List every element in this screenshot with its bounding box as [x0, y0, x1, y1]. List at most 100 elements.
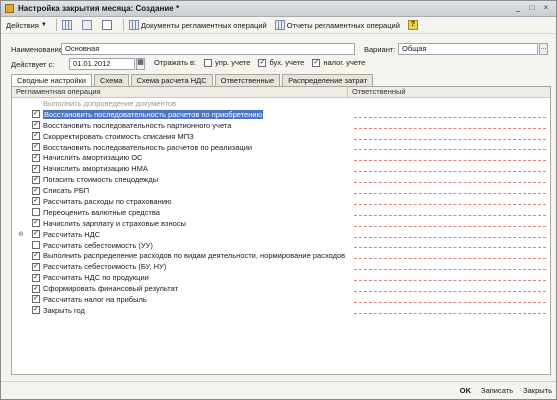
responsible-cell[interactable] [348, 294, 550, 305]
responsible-placeholder [354, 149, 546, 151]
actions-menu[interactable]: Действия ▼ [4, 18, 49, 32]
grid-button[interactable] [60, 18, 76, 32]
responsible-cell[interactable] [348, 109, 550, 120]
table-row[interactable]: ✓ Рассчитать себестоимость (БУ, НУ) [12, 261, 550, 272]
help-button[interactable]: ? [406, 18, 422, 32]
table-row[interactable]: ✓ Начислить амортизацию НМА [12, 163, 550, 174]
table-row[interactable]: ✓ Скорректировать стоимость списания МПЗ [12, 131, 550, 142]
actions-label: Действия [6, 20, 39, 30]
table-row[interactable]: Выполнить допроведение документов [12, 98, 550, 109]
table-row[interactable]: ✓ Рассчитать налог на прибыль [12, 294, 550, 305]
responsible-cell[interactable] [348, 120, 550, 131]
responsible-cell[interactable] [348, 283, 550, 294]
responsible-cell[interactable] [348, 174, 550, 185]
responsible-cell[interactable] [348, 250, 550, 261]
row-checkbox[interactable]: ✓ [32, 230, 40, 239]
close-button[interactable]: Закрыть [523, 386, 552, 395]
operation-cell: ✓ Рассчитать налог на прибыль [12, 295, 348, 304]
table-row[interactable]: ✓ Восстановить последовательность расчето… [12, 142, 550, 153]
responsible-cell[interactable] [348, 240, 550, 251]
responsible-cell[interactable] [348, 229, 550, 240]
minimize-button[interactable]: _ [512, 3, 524, 14]
row-checkbox[interactable]: ✓ [32, 132, 40, 141]
responsible-cell[interactable] [348, 196, 550, 207]
operation-cell: ✓ Начислить зарплату и страховые взносы [12, 219, 348, 228]
variant-select-button[interactable]: … [539, 43, 548, 55]
table-row[interactable]: ✓ Восстановить последовательность расчето… [12, 109, 550, 120]
table-header: Регламентная операция Ответственный [12, 87, 550, 98]
table-row[interactable]: ✓ Рассчитать НДС по продукции [12, 272, 550, 283]
buh-checkbox[interactable]: ✓ [258, 58, 267, 67]
row-checkbox[interactable] [32, 241, 40, 250]
responsible-cell[interactable] [348, 272, 550, 283]
responsible-cell[interactable] [348, 185, 550, 196]
operation-cell: ✓ Скорректировать стоимость списания МПЗ [12, 132, 348, 141]
row-checkbox[interactable] [32, 208, 40, 217]
responsible-placeholder [354, 236, 546, 238]
row-checkbox[interactable]: ✓ [32, 251, 40, 260]
valid-from-field[interactable]: 01.01.2012 [69, 58, 135, 70]
row-checkbox[interactable]: ✓ [32, 143, 40, 151]
name-field[interactable]: Основная [61, 43, 355, 55]
nal-checkbox[interactable]: ✓ [312, 58, 321, 67]
tab-responsible[interactable]: Ответственные [214, 74, 281, 86]
table-row[interactable]: ✓ Сформировать финансовый результат [12, 283, 550, 294]
responsible-placeholder [354, 171, 546, 173]
expand-icon[interactable]: ⊕ [18, 230, 24, 238]
table-row[interactable]: ✓ Списать РБП [12, 185, 550, 196]
table-row[interactable]: ✓ Рассчитать расходы по страхованию [12, 196, 550, 207]
row-checkbox[interactable]: ✓ [32, 197, 40, 206]
save-button[interactable]: Записать [481, 386, 513, 395]
table-row[interactable]: ✓ Закрыть год [12, 305, 550, 316]
table-row[interactable]: ✓ Погасить стоимость спецодежды [12, 174, 550, 185]
row-checkbox[interactable]: ✓ [32, 262, 40, 271]
row-checkbox[interactable]: ✓ [32, 219, 40, 228]
row-checkbox[interactable]: ✓ [32, 110, 40, 119]
table-row[interactable]: Переоценить валютные средства [12, 207, 550, 218]
responsible-cell[interactable] [348, 163, 550, 174]
table-row[interactable]: Рассчитать себестоимость (УУ) [12, 240, 550, 251]
column-header-operation[interactable]: Регламентная операция [12, 87, 348, 97]
responsible-cell[interactable] [348, 218, 550, 229]
copy-button[interactable] [80, 18, 96, 32]
responsible-cell[interactable] [348, 207, 550, 218]
row-checkbox[interactable]: ✓ [32, 284, 40, 293]
operation-cell: ✓ Восстановить последовательность расчето… [12, 109, 348, 119]
row-checkbox[interactable]: ✓ [32, 164, 40, 173]
tab-schema[interactable]: Схема [94, 74, 129, 86]
toolbar: Действия ▼ Документы регламентных операц… [1, 17, 556, 34]
maximize-button[interactable]: □ [526, 3, 538, 14]
row-checkbox[interactable]: ✓ [32, 273, 40, 282]
calendar-button[interactable]: ▦ [136, 58, 145, 70]
tab-cost-distribution[interactable]: Распределение затрат [282, 74, 374, 86]
table-row[interactable]: ⊕ ✓ Рассчитать НДС [12, 229, 550, 240]
variant-field[interactable]: Общая [398, 43, 538, 55]
operation-label: Переоценить валютные средства [43, 207, 160, 217]
table-row[interactable]: ✓ Начислить зарплату и страховые взносы [12, 218, 550, 229]
responsible-cell[interactable] [348, 98, 550, 109]
row-checkbox[interactable]: ✓ [32, 121, 40, 130]
responsible-cell[interactable] [348, 261, 550, 272]
row-checkbox[interactable]: ✓ [32, 306, 40, 315]
upr-checkbox[interactable] [204, 58, 213, 67]
responsible-cell[interactable] [348, 305, 550, 316]
row-checkbox[interactable]: ✓ [32, 175, 40, 184]
operation-label: Восстановить последовательность партионн… [43, 120, 232, 130]
row-checkbox[interactable]: ✓ [32, 295, 40, 304]
doc-reg-button[interactable]: Документы регламентных операций [127, 18, 269, 32]
responsible-cell[interactable] [348, 142, 550, 153]
refresh-button[interactable] [100, 18, 116, 32]
row-checkbox[interactable]: ✓ [32, 153, 40, 162]
reports-button[interactable]: Отчеты регламентных операций [273, 18, 402, 32]
column-header-responsible[interactable]: Ответственный [348, 87, 550, 97]
table-row[interactable]: ✓ Выполнить распределение расходов по вид… [12, 250, 550, 261]
tab-vat-schema[interactable]: Схема расчета НДС [130, 74, 213, 86]
responsible-cell[interactable] [348, 152, 550, 163]
responsible-cell[interactable] [348, 131, 550, 142]
operations-table: Регламентная операция Ответственный Выпо… [11, 86, 551, 375]
row-checkbox[interactable]: ✓ [32, 186, 40, 195]
close-window-button[interactable]: × [540, 3, 552, 14]
table-row[interactable]: ✓ Начислить амортизацию ОС [12, 152, 550, 163]
ok-button[interactable]: OK [460, 386, 471, 395]
table-row[interactable]: ✓ Восстановить последовательность партион… [12, 120, 550, 131]
